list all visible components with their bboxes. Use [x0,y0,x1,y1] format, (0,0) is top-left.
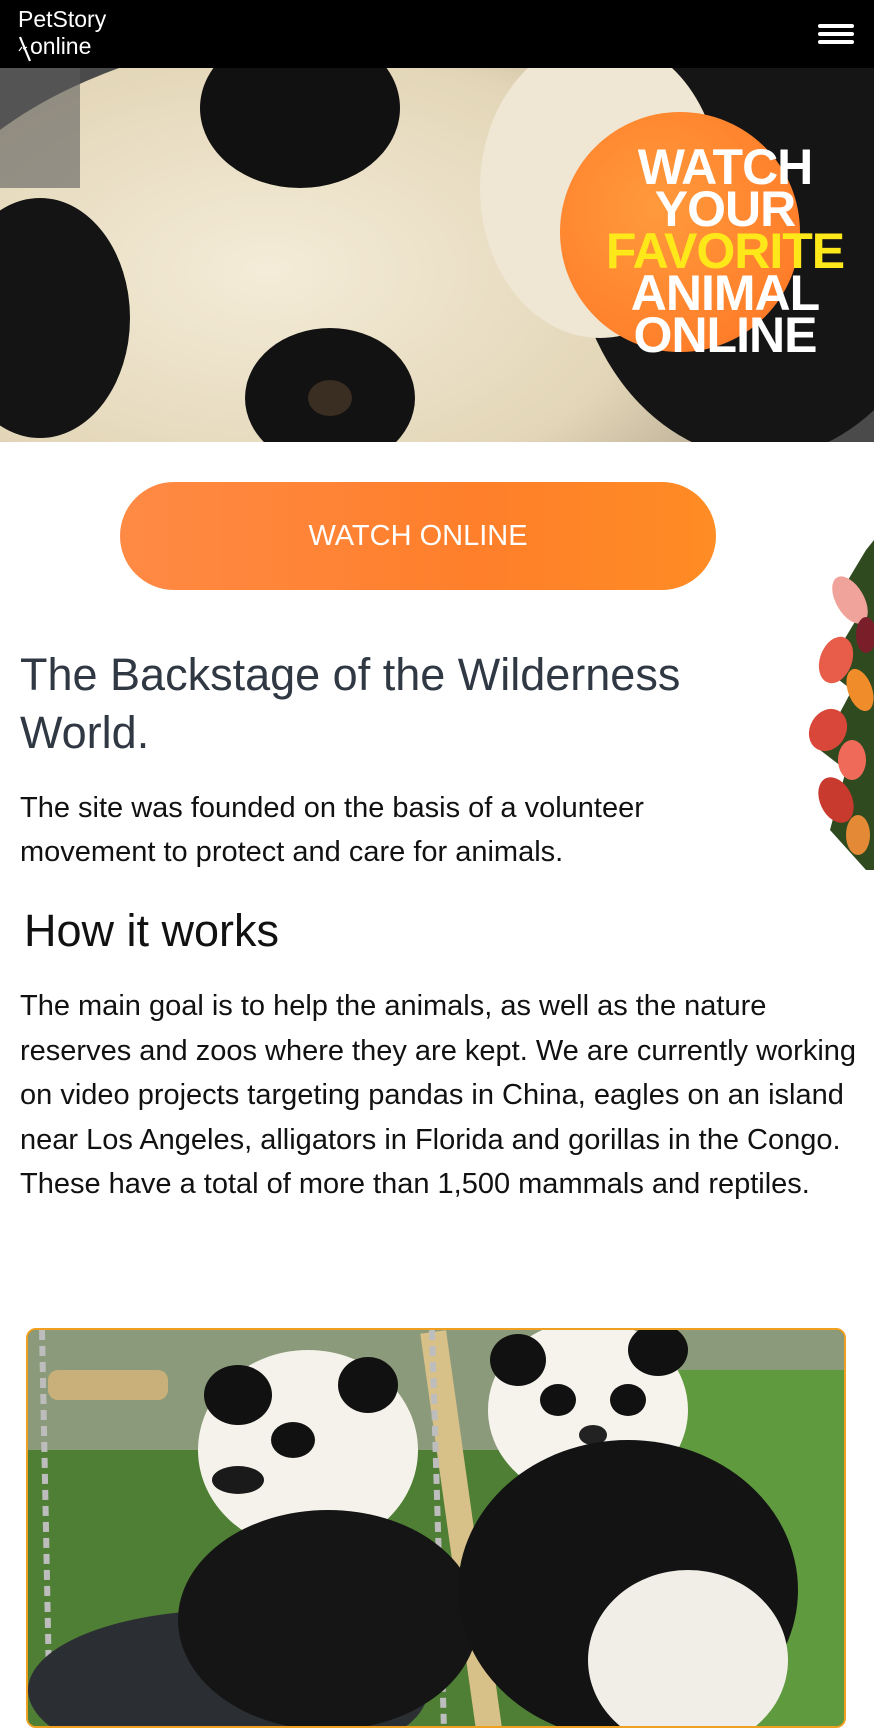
site-logo[interactable]: PetStory online [18,6,128,62]
pandas-photo [26,1328,846,1728]
how-it-works-paragraph: The main goal is to help the animals, as… [20,990,857,1200]
pandas-photo-illustration [28,1330,844,1726]
watch-online-button[interactable]: WATCH ONLINE [120,482,716,590]
logo-line-2: online [30,33,92,59]
logo-line-1: PetStory [18,6,107,32]
how-it-works-heading: How it works [24,905,280,956]
hero-line-5: ONLINE [633,307,818,363]
main-heading: The Backstage of the Wilderness World. [20,649,681,758]
hero-headline: WATCH YOUR FAVORITE ANIMAL ONLINE [565,142,874,363]
logo-pen-icon [18,36,32,62]
hamburger-menu-icon[interactable] [816,20,856,46]
top-navbar: PetStory online [0,0,874,68]
decorative-flowers-image [808,540,874,870]
intro-paragraph: The site was founded on the basis of a v… [20,792,644,868]
hero-banner: WATCH YOUR FAVORITE ANIMAL ONLINE [0,68,874,442]
